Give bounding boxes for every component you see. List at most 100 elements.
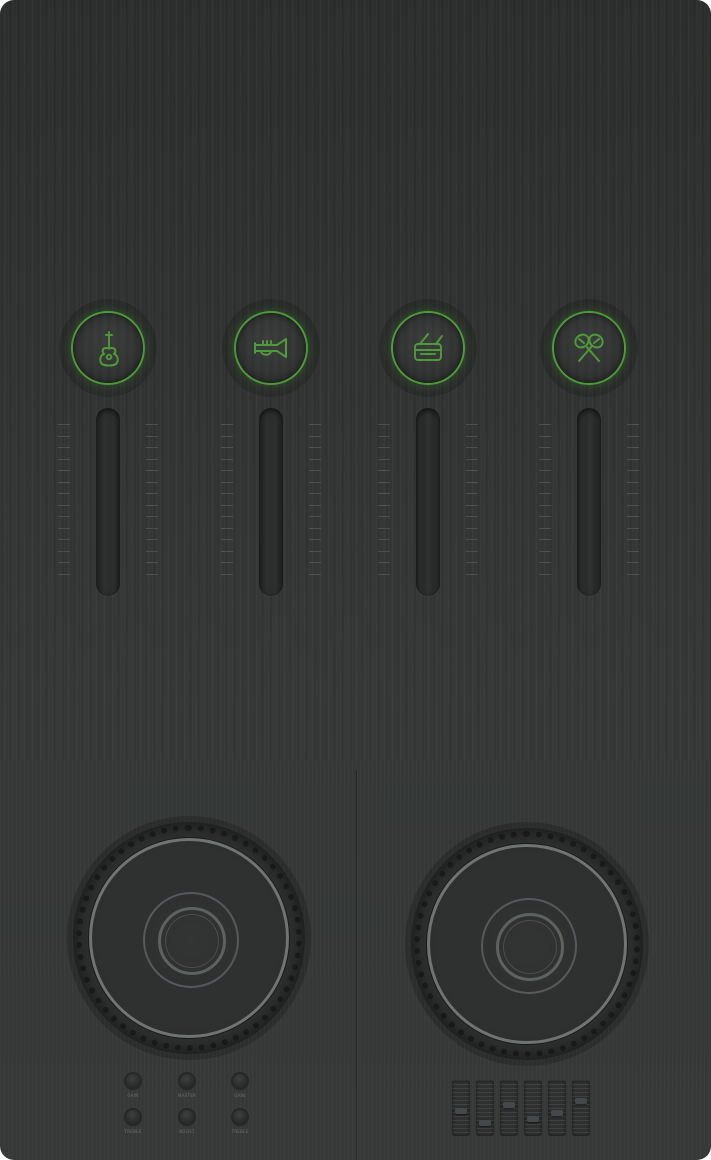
right-jog-wheel[interactable] <box>411 828 643 1060</box>
fader-tick <box>539 562 551 563</box>
fader-tick <box>627 481 639 483</box>
fader-tick <box>221 527 233 529</box>
fader-tick <box>378 447 390 448</box>
fader-scale-right <box>466 424 478 584</box>
fader-tick <box>146 470 158 471</box>
mini-fader[interactable] <box>500 1080 518 1136</box>
fader-tick <box>627 550 639 552</box>
maracas-button[interactable] <box>554 313 624 383</box>
fader-maracas[interactable] <box>577 408 601 596</box>
mini-fader-cap[interactable] <box>527 1116 539 1122</box>
knob-dial[interactable] <box>180 1110 194 1124</box>
fader-tick <box>627 458 639 460</box>
mini-fader-cap[interactable] <box>503 1102 515 1108</box>
knob-label: TREBLE <box>124 1129 142 1134</box>
fader-tick <box>466 493 478 494</box>
fader-tick <box>378 435 390 437</box>
fader-tick <box>221 562 233 563</box>
knob-dial[interactable] <box>180 1074 194 1088</box>
fader-tick <box>466 573 478 575</box>
knob-label: GAIN <box>127 1093 139 1098</box>
fader-tick <box>309 493 321 494</box>
fader-tick <box>221 470 233 471</box>
fader-tick <box>221 435 233 437</box>
knob-dial[interactable] <box>233 1110 247 1124</box>
fader-tick <box>378 550 390 552</box>
guitar-icon <box>99 331 119 367</box>
jog-center-button[interactable] <box>158 907 226 975</box>
channel-trumpet <box>211 300 331 610</box>
trumpet-button[interactable] <box>236 313 306 383</box>
fader-tick <box>539 435 551 437</box>
mini-fader-cap[interactable] <box>479 1120 491 1126</box>
fader-tick <box>378 504 390 506</box>
mini-fader[interactable] <box>548 1080 566 1136</box>
fader-tick <box>627 435 639 437</box>
fader-tick <box>58 481 70 483</box>
fader-tick <box>146 493 158 494</box>
fader-tick <box>539 481 551 483</box>
fader-tick <box>309 447 321 448</box>
jog-center-button[interactable] <box>496 913 564 981</box>
fader-tick <box>146 562 158 563</box>
fader-tick <box>539 550 551 552</box>
fader-tick <box>146 573 158 575</box>
treble-knob-left[interactable]: TREBLE <box>118 1110 148 1134</box>
fader-tick <box>221 458 233 460</box>
fader-tick <box>221 539 233 540</box>
fader-tick <box>378 562 390 563</box>
fader-tick <box>309 424 321 425</box>
fader-tick <box>221 550 233 552</box>
fader-tick <box>146 539 158 540</box>
fader-tick <box>627 470 639 471</box>
fader-tick <box>309 435 321 437</box>
fader-tick <box>627 504 639 506</box>
fader-tick <box>539 527 551 529</box>
fader-tick <box>378 539 390 540</box>
mini-fader[interactable] <box>524 1080 542 1136</box>
fader-tick <box>539 447 551 448</box>
fader-tick <box>221 573 233 575</box>
mini-fader[interactable] <box>476 1080 494 1136</box>
fader-tick <box>146 481 158 483</box>
gain-knob-right[interactable]: GAIN <box>225 1074 255 1098</box>
treble-knob-right[interactable]: TREBLE <box>225 1110 255 1134</box>
fader-tick <box>466 458 478 460</box>
fader-tick <box>58 435 70 437</box>
fader-tick <box>539 424 551 425</box>
mini-fader[interactable] <box>452 1080 470 1136</box>
fader-tick <box>58 447 70 448</box>
fader-scale-right <box>146 424 158 584</box>
mini-fader-cap[interactable] <box>575 1098 587 1104</box>
mini-fader-cap[interactable] <box>455 1108 467 1114</box>
fader-tick <box>146 447 158 448</box>
mini-fader[interactable] <box>572 1080 590 1136</box>
fader-tick <box>466 481 478 483</box>
fader-tick <box>627 527 639 529</box>
fader-drum[interactable] <box>416 408 440 596</box>
gain-knob-left[interactable]: GAIN <box>118 1074 148 1098</box>
mini-fader-cap[interactable] <box>551 1110 563 1116</box>
master-knob[interactable]: MASTER <box>172 1074 202 1098</box>
fader-tick <box>466 550 478 552</box>
fader-guitar[interactable] <box>96 408 120 596</box>
drum-button[interactable] <box>393 313 463 383</box>
fader-tick <box>146 458 158 460</box>
fader-tick <box>466 447 478 448</box>
fader-trumpet[interactable] <box>259 408 283 596</box>
boost-knob[interactable]: BOOST <box>172 1110 202 1134</box>
knob-dial[interactable] <box>126 1074 140 1088</box>
fader-tick <box>58 493 70 494</box>
fader-tick <box>221 504 233 506</box>
knob-dial[interactable] <box>126 1110 140 1124</box>
guitar-button[interactable] <box>73 313 143 383</box>
left-jog-wheel[interactable] <box>73 822 305 1054</box>
fader-scale-left <box>221 424 233 584</box>
knob-dial[interactable] <box>233 1074 247 1088</box>
fader-tick <box>146 527 158 529</box>
fader-scale-left <box>58 424 70 584</box>
fader-tick <box>58 504 70 506</box>
fader-tick <box>378 573 390 575</box>
fader-tick <box>309 504 321 506</box>
eq-knobs: GAIN MASTER GAIN TREBLE BOOST TREBLE <box>116 1074 266 1140</box>
